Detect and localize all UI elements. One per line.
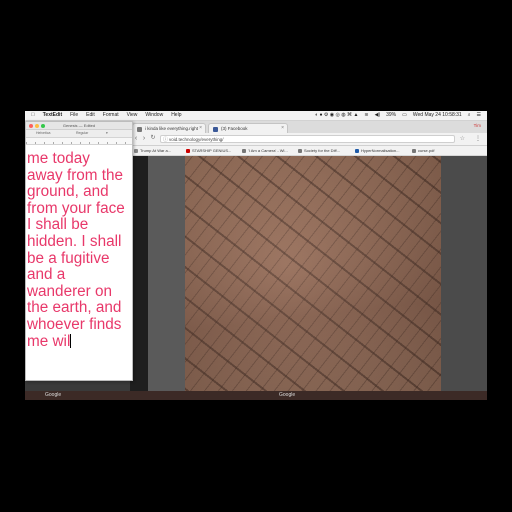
text-line: wanderer on [27,282,113,300]
bottom-strip: Google Google [25,391,487,400]
menu-format[interactable]: Format [103,112,119,119]
text-line: me wil [27,332,71,350]
tab-label: (3) Facebook [221,126,248,131]
font-family-select[interactable]: Helvetica [36,130,50,137]
bookmark-label: Trump At War a... [140,148,172,153]
bookmark-icon [134,148,138,153]
bookmark-icon [355,148,359,153]
battery-icon[interactable]: ▭ [402,112,407,119]
text-line: me today [27,150,90,167]
bookmarks-bar: Trump At War a... STARSHIP GENIUS... 'I … [130,146,487,156]
document-text[interactable]: me today away from the ground, and from … [26,150,131,351]
bookmark-item[interactable]: Society for the Diff... [298,146,340,155]
font-size-select[interactable]: ▾ [106,130,108,137]
bookmark-label: Society for the Diff... [304,148,340,153]
apple-icon[interactable]:  [31,112,35,119]
google-label-right[interactable]: Google [279,392,295,398]
menu-app-name[interactable]: TextEdit [43,112,62,119]
floor-tiles-image [185,156,441,400]
wifi-icon[interactable]: ≋ [364,112,368,119]
bookmark-label: STARSHIP GENIUS... [192,148,232,153]
menu-file[interactable]: File [70,112,78,119]
wikipedia-icon [298,148,302,153]
textedit-window: Genesis — Edited Helvetica Regular ▾ me … [25,121,133,381]
youtube-icon [186,148,190,153]
text-line: I shall be [27,216,89,234]
tab-facebook[interactable]: (3) Facebook × [208,123,288,133]
address-bar: ‹ › ↻ ⓘ void.technology/everything/ ☆ ⋮ [130,133,487,146]
forward-icon[interactable]: › [140,134,148,143]
text-line: ground, and [27,183,109,201]
format-toolbar: Helvetica Regular ▾ [26,130,132,138]
volume-icon[interactable]: ◀) [375,112,381,119]
facebook-icon [213,127,218,132]
last-line: me wil [27,332,131,351]
text-line: be a fugitive [27,249,110,267]
minimize-window-icon[interactable] [35,123,39,128]
textedit-titlebar[interactable]: Genesis — Edited [26,122,132,130]
text-line: and a [27,266,66,284]
bookmark-label: 'I Am a Camera' - Wi... [248,148,288,153]
menu-window[interactable]: Window [145,112,163,119]
close-icon[interactable]: × [281,124,284,133]
menu-help[interactable]: Help [171,112,181,119]
text-line: from your face [27,199,125,217]
status-icons[interactable]: ◐ ● ⚙ ◉ ◎ ◍ ⌘ ▲ [315,112,358,119]
battery-percent[interactable]: 39% [386,112,396,119]
text-line: hidden. I shall [27,232,122,250]
video-edge-left [148,156,185,400]
text-line: away from the [27,166,124,184]
tab-strip: i kinda like everything.right × (3) Face… [130,121,487,133]
bookmark-item[interactable]: STARSHIP GENIUS... [186,146,231,155]
browser-window: i kinda like everything.right × (3) Face… [130,121,487,400]
bookmark-item[interactable]: Trump At War a... [134,146,171,155]
close-window-icon[interactable] [29,123,33,128]
back-icon[interactable]: ‹ [132,134,140,143]
google-label-left[interactable]: Google [45,392,61,398]
url-text: void.technology/everything/ [169,137,224,142]
bookmark-item[interactable]: curse.pdf [412,146,434,155]
bookmark-label: curse.pdf [418,148,435,153]
profile-name[interactable]: Tim [474,123,481,128]
wikipedia-icon [242,148,246,153]
close-icon[interactable]: × [199,124,202,133]
screen:  TextEdit File Edit Format View Window … [25,111,487,400]
ruler[interactable] [26,138,132,145]
menu-icon[interactable]: ⋮ [475,135,481,142]
tab-everything[interactable]: i kinda like everything.right × [132,123,206,133]
bookmark-item[interactable]: 'I Am a Camera' - Wi... [242,146,288,155]
page-icon [137,127,142,132]
font-style-select[interactable]: Regular [76,130,88,137]
menu-view[interactable]: View [127,112,138,119]
search-icon[interactable]: ⌕ [468,112,471,119]
file-icon [412,148,416,153]
reload-icon[interactable]: ↻ [149,134,157,143]
text-line: whoever finds [27,315,122,333]
text-line: the earth, and [27,299,122,317]
page-viewport[interactable] [130,156,487,400]
clock[interactable]: Wed May 24 10:58:31 [413,112,462,119]
zoom-window-icon[interactable] [41,123,45,128]
info-icon[interactable]: ⓘ [163,136,168,144]
bookmark-item[interactable]: HyperNormalisation... [355,146,399,155]
menu-bar:  TextEdit File Edit Format View Window … [25,111,487,121]
bookmark-label: HyperNormalisation... [361,148,400,153]
text-cursor [70,333,72,348]
url-input[interactable]: ⓘ void.technology/everything/ [160,135,455,143]
menu-edit[interactable]: Edit [86,112,95,119]
tab-label: i kinda like everything.right [145,126,199,131]
notification-icon[interactable]: ☰ [477,112,481,119]
window-title: Genesis — Edited [62,123,96,128]
star-icon[interactable]: ☆ [460,135,465,142]
video-edge-right [441,156,487,400]
